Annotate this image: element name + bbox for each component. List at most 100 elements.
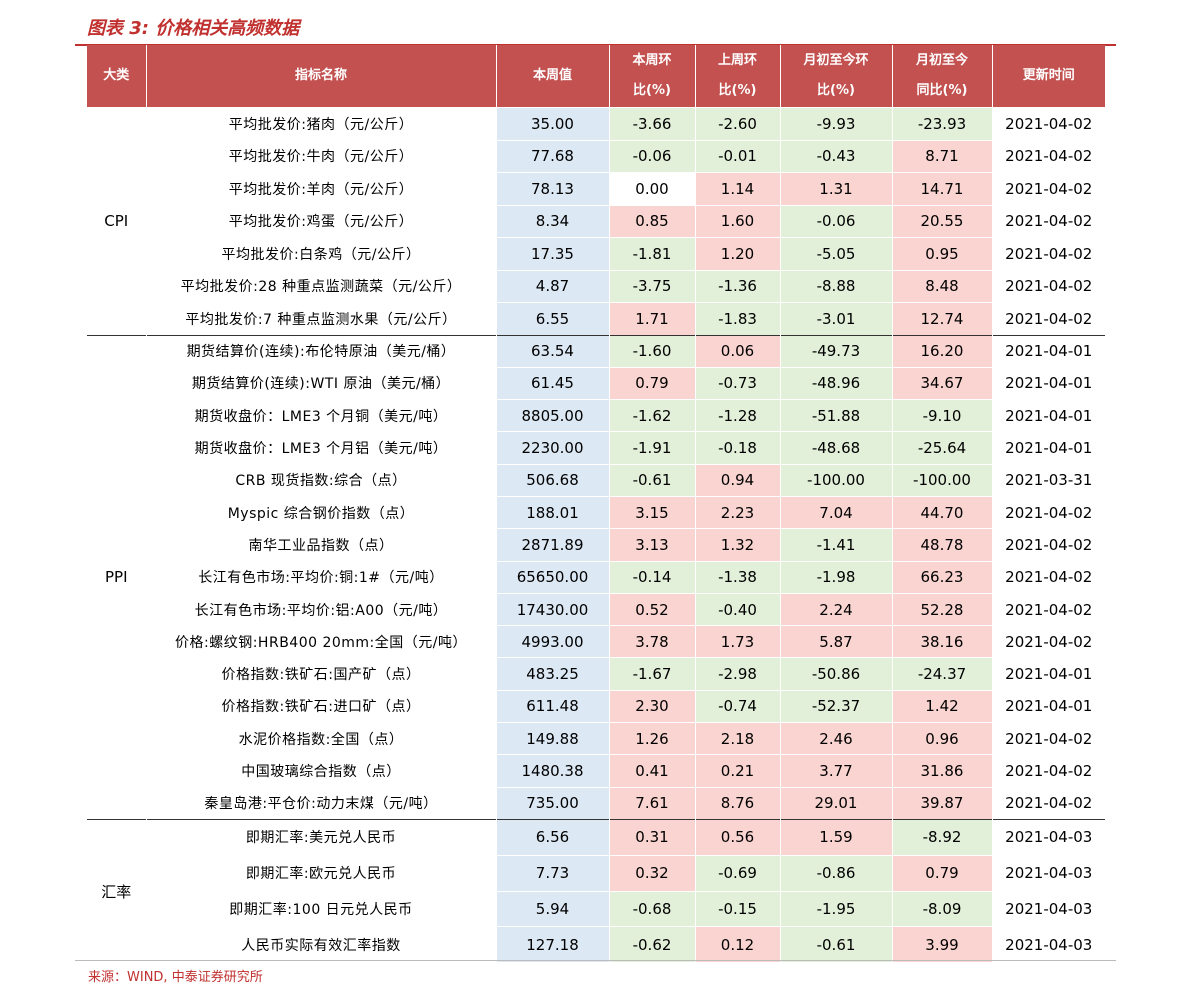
wow-change-cell: 2.30 xyxy=(608,689,695,723)
header-mtd-line1: 月初至今环 xyxy=(803,53,869,68)
table-row: 即期汇率:欧元兑人民币 7.73 0.32 -0.69 -0.86 0.79 2021-04… xyxy=(87,854,1105,892)
mtd-change-cell: -8.88 xyxy=(779,269,892,303)
table-row: 即期汇率:100 日元兑人民币 5.94 -0.68 -0.15 -1.95 -8.09 2… xyxy=(87,890,1105,927)
table-row: 价格指数:铁矿石:进口矿（点） 611.48 2.30 -0.74 -52.37 1.42… xyxy=(87,689,1105,723)
table-row: 期货结算价(连续):WTI 原油（美元/桶） 61.45 0.79 -0.73 -48.… xyxy=(87,366,1105,400)
update-date-cell: 2021-04-01 xyxy=(991,399,1105,432)
last-week-change-cell: -0.40 xyxy=(694,592,780,626)
wow-change-cell: 0.00 xyxy=(608,172,695,205)
table-row: 平均批发价:羊肉（元/公斤） 78.13 0.00 1.14 1.31 14.71 2021… xyxy=(87,172,1105,205)
table-row: PPI 期货结算价(连续):布伦特原油（美元/桶） 63.54 -1.60 0.06 -4… xyxy=(87,334,1105,820)
table-row: 价格:螺纹钢:HRB400 20mm:全国（元/吨） 4993.00 3.78 1.7… xyxy=(87,625,1105,658)
last-week-change-cell: 0.21 xyxy=(694,754,780,788)
current-value-cell: 8805.00 xyxy=(495,399,609,432)
mtd-yoy-cell: 14.71 xyxy=(891,172,992,205)
mtd-change-cell: 29.01 xyxy=(779,786,892,820)
mtd-yoy-cell: 16.20 xyxy=(891,334,992,368)
mtd-change-cell: 1.31 xyxy=(779,172,892,205)
indicator-name-cell: 中国玻璃综合指数（点） xyxy=(145,754,496,788)
mtd-change-cell: 2.46 xyxy=(779,722,892,755)
wow-change-cell: -1.62 xyxy=(608,399,695,432)
mtd-change-cell: -0.06 xyxy=(779,204,892,238)
mtd-change-cell: -5.05 xyxy=(779,237,892,270)
wow-change-cell: 1.71 xyxy=(608,302,695,335)
table-row: 秦皇岛港:平仓价:动力末煤（元/吨） 735.00 7.61 8.76 29.01 39.… xyxy=(87,786,1105,820)
mtd-change-cell: -0.86 xyxy=(779,854,892,892)
figure-title: 图表 3: 价格相关高频数据 xyxy=(87,18,300,39)
indicator-name-cell: 价格指数:铁矿石:国产矿（点） xyxy=(145,657,496,691)
mtd-change-cell: -0.43 xyxy=(779,139,892,173)
mtd-yoy-cell: 8.48 xyxy=(891,269,992,303)
wow-change-cell: 0.41 xyxy=(608,754,695,788)
header-lw-line1: 上周环 xyxy=(717,53,757,68)
last-week-change-cell: -1.36 xyxy=(694,269,780,303)
mtd-change-cell: 5.87 xyxy=(779,625,892,658)
table-row: 平均批发价:7 种重点监测水果（元/公斤） 6.55 1.71 -1.83 -3.01 1… xyxy=(87,302,1105,335)
current-value-cell: 2230.00 xyxy=(495,431,609,465)
mtd-change-cell: -0.61 xyxy=(779,926,892,963)
current-value-cell: 1480.38 xyxy=(495,754,609,788)
current-value-cell: 4.87 xyxy=(495,269,609,303)
update-date-cell: 2021-04-02 xyxy=(991,528,1105,562)
mtd-change-cell: -3.01 xyxy=(779,302,892,335)
current-value-cell: 63.54 xyxy=(495,334,609,368)
header-wow-line1: 本周环 xyxy=(632,53,672,68)
update-date-cell: 2021-04-02 xyxy=(991,754,1105,788)
wow-change-cell: -0.68 xyxy=(608,890,695,927)
indicator-name-cell: 期货收盘价：LME3 个月铝（美元/吨） xyxy=(145,431,496,465)
header-mtd: 月初至今环 比(%) xyxy=(779,45,892,108)
update-date-cell: 2021-04-02 xyxy=(991,237,1105,270)
wow-change-cell: -0.62 xyxy=(608,926,695,963)
current-value-cell: 506.68 xyxy=(495,463,609,497)
mtd-yoy-cell: 12.74 xyxy=(891,302,992,335)
current-value-cell: 77.68 xyxy=(495,139,609,173)
header-wow-line2: 比(%) xyxy=(633,83,671,98)
mtd-change-cell: -51.88 xyxy=(779,399,892,432)
mtd-yoy-cell: 44.70 xyxy=(891,495,992,529)
last-week-change-cell: 0.06 xyxy=(694,334,780,368)
table-row: 人民币实际有效汇率指数 127.18 -0.62 0.12 -0.61 3.99 2021-… xyxy=(87,926,1105,963)
header-yoy-line2: 同比(%) xyxy=(916,83,968,98)
current-value-cell: 6.55 xyxy=(495,302,609,335)
table-row: Myspic 综合钢价指数（点） 188.01 3.15 2.23 7.04 44.70 2… xyxy=(87,495,1105,529)
mtd-yoy-cell: -9.10 xyxy=(891,399,992,432)
last-week-change-cell: -0.73 xyxy=(694,366,780,400)
update-date-cell: 2021-04-02 xyxy=(991,560,1105,594)
update-date-cell: 2021-04-01 xyxy=(991,657,1105,691)
mtd-yoy-cell: -25.64 xyxy=(891,431,992,465)
mtd-yoy-cell: -8.92 xyxy=(891,818,992,856)
wow-change-cell: 0.52 xyxy=(608,592,695,626)
last-week-change-cell: 0.56 xyxy=(694,818,780,856)
last-week-change-cell: -0.18 xyxy=(694,431,780,465)
indicator-name-cell: CRB 现货指数:综合（点） xyxy=(145,463,496,497)
update-date-cell: 2021-04-01 xyxy=(991,334,1105,368)
current-value-cell: 127.18 xyxy=(495,926,609,963)
category-cell: 汇率 xyxy=(87,818,146,963)
current-value-cell: 65650.00 xyxy=(495,560,609,594)
table-row: 平均批发价:28 种重点监测蔬菜（元/公斤） 4.87 -3.75 -1.36 -8.8… xyxy=(87,269,1105,303)
mtd-yoy-cell: 0.79 xyxy=(891,854,992,892)
current-value-cell: 735.00 xyxy=(495,786,609,820)
wow-change-cell: -3.66 xyxy=(608,107,695,140)
last-week-change-cell: 2.18 xyxy=(694,722,780,755)
indicator-name-cell: 秦皇岛港:平仓价:动力末煤（元/吨） xyxy=(145,786,496,820)
table-body: CPI 平均批发价:猪肉（元/公斤） 35.00 -3.66 -2.60 -9.93 -23… xyxy=(87,107,1105,963)
wow-change-cell: 3.78 xyxy=(608,625,695,658)
wow-change-cell: -1.60 xyxy=(608,334,695,368)
current-value-cell: 8.34 xyxy=(495,204,609,238)
update-date-cell: 2021-04-01 xyxy=(991,431,1105,465)
update-date-cell: 2021-04-02 xyxy=(991,786,1105,820)
mtd-yoy-cell: 8.71 xyxy=(891,139,992,173)
table-row: 中国玻璃综合指数（点） 1480.38 0.41 0.21 3.77 31.86 2021-… xyxy=(87,754,1105,788)
last-week-change-cell: 2.23 xyxy=(694,495,780,529)
wow-change-cell: -0.61 xyxy=(608,463,695,497)
indicator-name-cell: 水泥价格指数:全国（点） xyxy=(145,722,496,755)
update-date-cell: 2021-04-02 xyxy=(991,625,1105,658)
wow-change-cell: 1.26 xyxy=(608,722,695,755)
header-name: 指标名称 xyxy=(145,45,496,108)
mtd-change-cell: -1.95 xyxy=(779,890,892,927)
mtd-change-cell: 3.77 xyxy=(779,754,892,788)
current-value-cell: 6.56 xyxy=(495,818,609,856)
mtd-change-cell: 1.59 xyxy=(779,818,892,856)
current-value-cell: 5.94 xyxy=(495,890,609,927)
